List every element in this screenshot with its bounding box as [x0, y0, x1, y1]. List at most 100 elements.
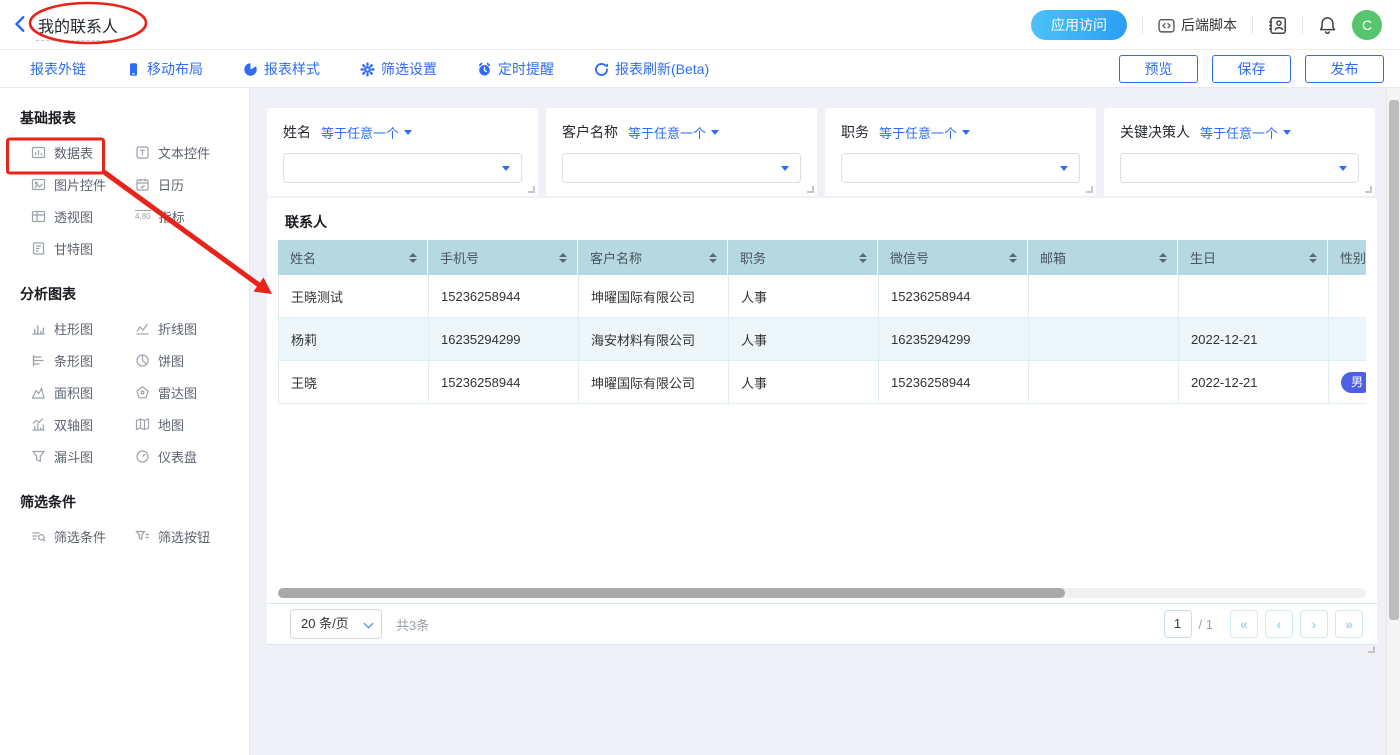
sidebar-item-text-widget[interactable]: 文本控件: [135, 142, 249, 162]
sidebar-item-indicator[interactable]: 4,80 指标: [135, 206, 249, 226]
filter-value-dropdown[interactable]: [841, 153, 1080, 183]
sidebar-item-map[interactable]: 地图: [135, 414, 249, 434]
filter-widget-name[interactable]: 姓名 等于任意一个: [267, 108, 538, 196]
filter-value-dropdown[interactable]: [562, 153, 801, 183]
column-header-wechat[interactable]: 微信号: [878, 240, 1028, 275]
prev-page-button[interactable]: ‹: [1265, 610, 1293, 638]
resize-handle[interactable]: [528, 186, 535, 193]
sidebar-item-pie-chart[interactable]: 饼图: [135, 350, 249, 370]
horizontal-scrollbar: [278, 588, 1366, 598]
filter-widget-decision-maker[interactable]: 关键决策人 等于任意一个: [1104, 108, 1375, 196]
toolbar-item-timed-reminder[interactable]: 定时提醒: [477, 59, 554, 79]
resize-handle[interactable]: [1086, 186, 1093, 193]
back-button[interactable]: [12, 15, 32, 35]
toolbar-item-filter-settings[interactable]: 筛选设置: [360, 59, 437, 79]
column-label: 生日: [1190, 248, 1216, 267]
sidebar-item-radar-chart[interactable]: 雷达图: [135, 382, 249, 402]
cell-wechat: 15236258944: [879, 361, 1029, 404]
contacts-button[interactable]: [1268, 16, 1287, 35]
column-header-name[interactable]: 姓名: [278, 240, 428, 275]
code-icon: [1158, 17, 1175, 34]
avatar[interactable]: C: [1352, 10, 1382, 40]
sort-icon: [559, 253, 567, 263]
notification-button[interactable]: [1318, 16, 1337, 35]
line-chart-icon: [135, 321, 150, 336]
sidebar-item-bar-chart[interactable]: 条形图: [31, 350, 135, 370]
sidebar-item-area-chart[interactable]: 面积图: [31, 382, 135, 402]
sidebar-item-label: 条形图: [54, 351, 93, 370]
column-label: 姓名: [290, 248, 316, 267]
sidebar-item-calendar[interactable]: 日历: [135, 174, 249, 194]
bar-chart-icon: [31, 353, 46, 368]
filter-widget-position[interactable]: 职务 等于任意一个: [825, 108, 1096, 196]
save-button[interactable]: 保存: [1212, 55, 1291, 83]
sidebar-item-data-table[interactable]: 数据表: [31, 142, 135, 162]
filter-button-icon: [135, 529, 150, 544]
page-title[interactable]: 我的联系人: [38, 13, 118, 37]
toolbar-item-mobile-layout[interactable]: 移动布局: [126, 59, 203, 79]
toolbar-item-report-style[interactable]: 报表样式: [243, 59, 320, 79]
sidebar-item-line-chart[interactable]: 折线图: [135, 318, 249, 338]
column-header-position[interactable]: 职务: [728, 240, 878, 275]
first-page-button[interactable]: «: [1230, 610, 1258, 638]
column-header-gender[interactable]: 性别: [1328, 240, 1366, 275]
gear-icon: [360, 62, 375, 77]
sidebar-item-column-chart[interactable]: 柱形图: [31, 318, 135, 338]
filter-operator-selector[interactable]: 等于任意一个: [1200, 123, 1291, 142]
sidebar-item-label: 日历: [158, 175, 184, 194]
filter-operator-selector[interactable]: 等于任意一个: [879, 123, 970, 142]
pie-style-icon: [243, 62, 258, 77]
toolbar-item-external-link[interactable]: 报表外链: [30, 59, 86, 79]
column-label: 职务: [740, 248, 766, 267]
resize-handle[interactable]: [1365, 186, 1372, 193]
sort-icon: [409, 253, 417, 263]
next-page-button[interactable]: ›: [1300, 610, 1328, 638]
resize-handle[interactable]: [1368, 646, 1375, 653]
column-header-birthday[interactable]: 生日: [1178, 240, 1328, 275]
table-row: 王晓测试 15236258944 坤曜国际有限公司 人事 15236258944: [278, 275, 1366, 318]
current-page-input[interactable]: 1: [1164, 610, 1192, 638]
sort-icon: [1009, 253, 1017, 263]
last-page-button[interactable]: »: [1335, 610, 1363, 638]
app-access-button[interactable]: 应用访问: [1031, 10, 1127, 40]
sidebar-item-pivot[interactable]: 透视图: [31, 206, 135, 226]
column-header-customer[interactable]: 客户名称: [578, 240, 728, 275]
filter-widget-customer[interactable]: 客户名称 等于任意一个: [546, 108, 817, 196]
sidebar-item-filter-condition[interactable]: 筛选条件: [31, 526, 135, 546]
toolbar-item-report-refresh[interactable]: 报表刷新(Beta): [594, 59, 709, 79]
resize-handle[interactable]: [807, 186, 814, 193]
cell-position: 人事: [729, 275, 879, 318]
sidebar-item-gantt[interactable]: 甘特图: [31, 238, 135, 258]
column-header-email[interactable]: 邮箱: [1028, 240, 1178, 275]
title-underline: [36, 40, 120, 41]
horizontal-scrollbar-thumb[interactable]: [278, 588, 1065, 598]
sidebar-item-gauge[interactable]: 仪表盘: [135, 446, 249, 466]
preview-button[interactable]: 预览: [1119, 55, 1198, 83]
publish-button[interactable]: 发布: [1305, 55, 1384, 83]
sidebar-item-label: 雷达图: [158, 383, 197, 402]
sidebar-item-filter-button[interactable]: 筛选按钮: [135, 526, 249, 546]
page-size-select[interactable]: 20 条/页: [290, 609, 382, 639]
cell-position: 人事: [729, 318, 879, 361]
filter-operator-selector[interactable]: 等于任意一个: [628, 123, 719, 142]
pie-chart-icon: [135, 353, 150, 368]
column-label: 客户名称: [590, 248, 642, 267]
backend-script-button[interactable]: 后端脚本: [1158, 15, 1237, 35]
toolbar-item-label: 移动布局: [147, 59, 203, 79]
cell-phone: 16235294299: [429, 318, 579, 361]
cell-email: [1029, 318, 1179, 361]
sidebar-item-label: 透视图: [54, 207, 93, 226]
filter-operator-selector[interactable]: 等于任意一个: [321, 123, 412, 142]
filter-value-dropdown[interactable]: [283, 153, 522, 183]
sort-icon: [1309, 253, 1317, 263]
filter-value-dropdown[interactable]: [1120, 153, 1359, 183]
sidebar-item-funnel-chart[interactable]: 漏斗图: [31, 446, 135, 466]
vertical-scrollbar-thumb[interactable]: [1389, 100, 1399, 620]
column-header-phone[interactable]: 手机号: [428, 240, 578, 275]
sidebar-item-dual-axis-chart[interactable]: 双轴图: [31, 414, 135, 434]
caret-down-icon: [1283, 130, 1291, 135]
data-table-widget[interactable]: 联系人 姓名 手机号 客户名称 职务 微信号 邮箱 生日 性别 王晓测试 152…: [267, 198, 1377, 645]
sidebar-item-image-widget[interactable]: 图片控件: [31, 174, 135, 194]
gauge-icon: [135, 449, 150, 464]
filter-operator-label: 等于任意一个: [1200, 123, 1278, 142]
